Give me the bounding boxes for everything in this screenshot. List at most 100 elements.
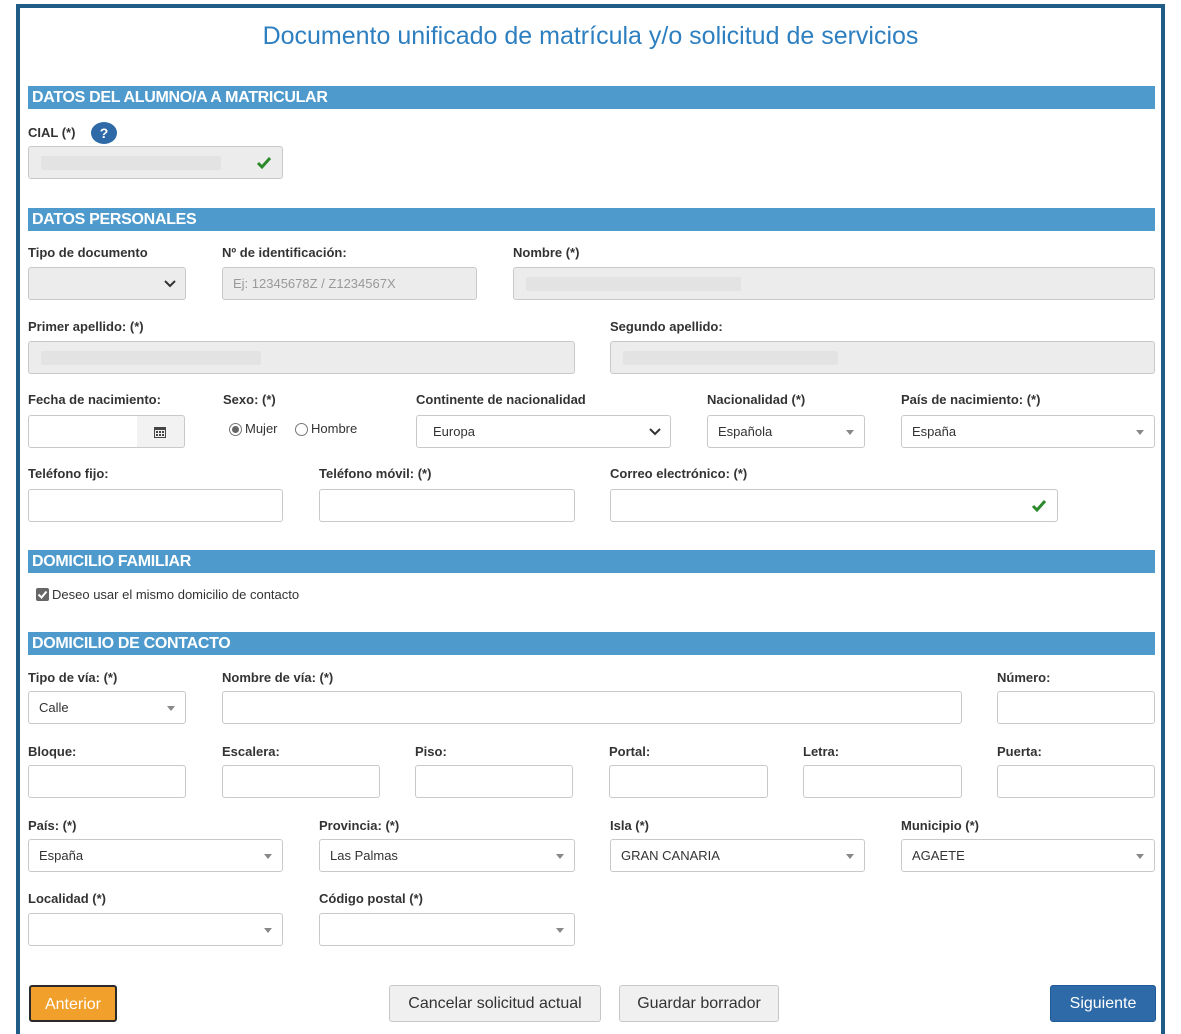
checkmark-icon (37, 590, 48, 599)
numero-label: Número: (997, 670, 1051, 685)
tipo-via-select[interactable]: Calle (28, 691, 186, 724)
nombre-value-redacted (526, 277, 741, 291)
segundo-apellido-value-redacted (623, 351, 838, 365)
escalera-label: Escalera: (222, 744, 280, 759)
check-icon (1031, 500, 1047, 513)
tipo-via-label: Tipo de vía: (*) (28, 670, 118, 685)
provincia-label: Provincia: (*) (319, 818, 400, 833)
segundo-apellido-input[interactable] (610, 341, 1155, 374)
localidad-select[interactable] (28, 913, 283, 946)
caret-down-icon (1136, 430, 1144, 435)
pais-select[interactable]: España (28, 839, 283, 872)
nombre-via-label: Nombre de vía: (*) (222, 670, 334, 685)
identificacion-input[interactable]: Ej: 12345678Z / Z1234567X (222, 267, 477, 300)
segundo-apellido-label: Segundo apellido: (610, 319, 723, 334)
codigo-postal-select[interactable] (319, 913, 575, 946)
localidad-label: Localidad (*) (28, 891, 107, 906)
nombre-input[interactable] (513, 267, 1155, 300)
pais-nacimiento-label: País de nacimiento: (*) (901, 392, 1041, 407)
page-title: Documento unificado de matrícula y/o sol… (262, 22, 919, 50)
telefono-movil-input[interactable] (319, 489, 575, 522)
numero-input[interactable] (997, 691, 1155, 724)
pais-value: España (39, 848, 84, 863)
bloque-label: Bloque: (28, 744, 77, 759)
pais-nacimiento-select[interactable]: España (901, 415, 1155, 448)
primer-apellido-input[interactable] (28, 341, 575, 374)
mismo-domicilio-checkbox[interactable] (36, 588, 49, 601)
primer-apellido-value-redacted (41, 351, 261, 365)
nacionalidad-value: Española (718, 424, 773, 439)
section-header-alumno: DATOS DEL ALUMNO/A A MATRICULAR (28, 86, 1155, 109)
escalera-input[interactable] (222, 765, 380, 798)
identificacion-placeholder: Ej: 12345678Z / Z1234567X (233, 276, 396, 291)
guardar-borrador-button[interactable]: Guardar borrador (619, 985, 779, 1022)
continente-value: Europa (433, 424, 475, 439)
nacionalidad-select[interactable]: Española (707, 415, 865, 448)
nacionalidad-label: Nacionalidad (*) (707, 392, 806, 407)
calendar-button[interactable] (137, 415, 185, 448)
letra-input[interactable] (803, 765, 962, 798)
telefono-fijo-input[interactable] (28, 489, 283, 522)
puerta-input[interactable] (997, 765, 1155, 798)
calendar-icon (154, 427, 166, 438)
piso-input[interactable] (415, 765, 573, 798)
section-header-contacto: DOMICILIO DE CONTACTO (28, 632, 1155, 655)
caret-down-icon (264, 854, 272, 859)
nombre-via-input[interactable] (222, 691, 962, 724)
municipio-label: Municipio (*) (901, 818, 979, 833)
isla-value: GRAN CANARIA (621, 848, 720, 863)
caret-down-icon (846, 854, 854, 859)
caret-down-icon (1136, 854, 1144, 859)
chevron-down-icon (649, 428, 661, 436)
check-icon (256, 157, 272, 170)
pais-nacimiento-value: España (912, 424, 957, 439)
piso-label: Piso: (415, 744, 447, 759)
municipio-value: AGAETE (912, 848, 965, 863)
portal-label: Portal: (609, 744, 651, 759)
municipio-select[interactable]: AGAETE (901, 839, 1155, 872)
letra-label: Letra: (803, 744, 840, 759)
help-icon[interactable]: ? (91, 122, 117, 144)
tipo-via-value: Calle (39, 700, 69, 715)
tipo-documento-select[interactable] (28, 267, 186, 300)
cial-label: CIAL (*) (28, 125, 76, 140)
telefono-movil-label: Teléfono móvil: (*) (319, 466, 432, 481)
continente-select[interactable]: Europa (416, 415, 671, 448)
correo-label: Correo electrónico: (*) (610, 466, 748, 481)
fecha-nacimiento-label: Fecha de nacimiento: (28, 392, 161, 407)
caret-down-icon (846, 430, 854, 435)
codigo-postal-label: Código postal (*) (319, 891, 423, 906)
bloque-input[interactable] (28, 765, 186, 798)
provincia-value: Las Palmas (330, 848, 398, 863)
isla-select[interactable]: GRAN CANARIA (610, 839, 865, 872)
correo-input[interactable] (610, 489, 1058, 522)
provincia-select[interactable]: Las Palmas (319, 839, 575, 872)
isla-label: Isla (*) (610, 818, 650, 833)
cancelar-solicitud-button[interactable]: Cancelar solicitud actual (389, 985, 601, 1022)
continente-label: Continente de nacionalidad (416, 392, 586, 407)
identificacion-label: Nº de identificación: (222, 245, 347, 260)
chevron-down-icon (164, 280, 176, 288)
nombre-label: Nombre (*) (513, 245, 580, 260)
caret-down-icon (556, 928, 564, 933)
section-header-personales: DATOS PERSONALES (28, 208, 1155, 231)
cial-input[interactable] (28, 146, 283, 179)
anterior-button[interactable]: Anterior (29, 985, 117, 1022)
cial-value-redacted (41, 156, 221, 170)
caret-down-icon (264, 928, 272, 933)
pais-label: País: (*) (28, 818, 77, 833)
primer-apellido-label: Primer apellido: (*) (28, 319, 144, 334)
sexo-mujer-radio[interactable] (229, 423, 242, 436)
portal-input[interactable] (609, 765, 768, 798)
mismo-domicilio-label: Deseo usar el mismo domicilio de contact… (52, 587, 300, 602)
puerta-label: Puerta: (997, 744, 1042, 759)
caret-down-icon (556, 854, 564, 859)
tipo-documento-label: Tipo de documento (28, 245, 148, 260)
sexo-hombre-label: Hombre (311, 421, 358, 436)
sexo-hombre-radio[interactable] (295, 423, 308, 436)
section-header-familiar: DOMICILIO FAMILIAR (28, 550, 1155, 573)
caret-down-icon (167, 706, 175, 711)
siguiente-button[interactable]: Siguiente (1050, 985, 1156, 1022)
fecha-nacimiento-input[interactable] (28, 415, 138, 448)
sexo-label: Sexo: (*) (223, 392, 276, 407)
